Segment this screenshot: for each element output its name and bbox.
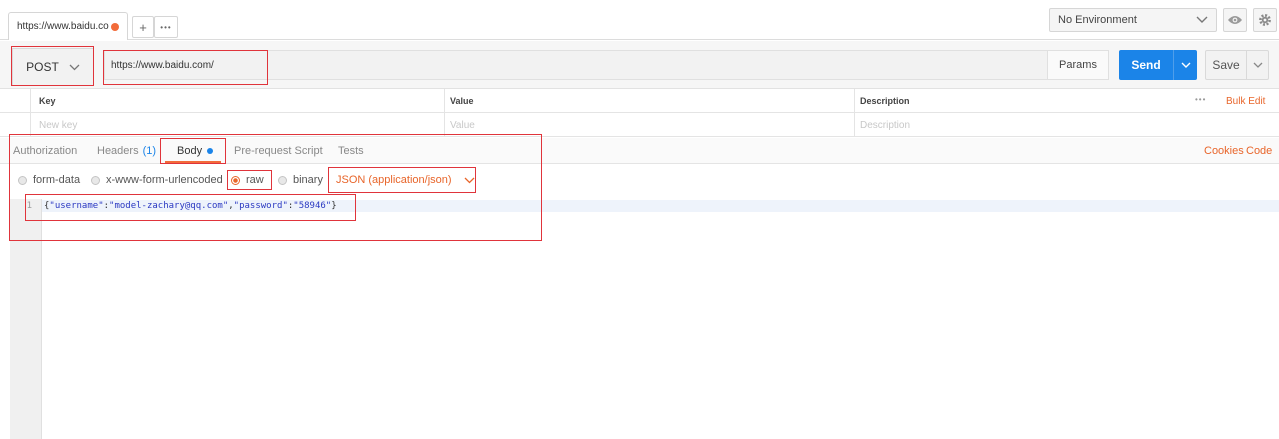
- plus-icon: +: [139, 19, 147, 35]
- column-divider: [854, 89, 855, 137]
- new-value-input[interactable]: Value: [450, 120, 475, 131]
- new-description-input[interactable]: Description: [860, 120, 910, 131]
- column-divider: [30, 89, 31, 137]
- chevron-down-icon: [1196, 16, 1208, 23]
- unsaved-dot-icon: [111, 22, 119, 31]
- tab-headers-label: Headers: [97, 145, 139, 157]
- chevron-down-icon: [464, 177, 475, 183]
- cookies-link[interactable]: Cookies: [1204, 138, 1244, 164]
- chevron-down-icon: [1253, 62, 1262, 68]
- tab-authorization[interactable]: Authorization: [13, 138, 77, 164]
- column-header-value: Value: [450, 96, 474, 106]
- headers-count-badge: (1): [142, 145, 157, 157]
- radio-selected-icon: [231, 175, 240, 185]
- radio-raw[interactable]: raw: [231, 174, 264, 186]
- environment-label: No Environment: [1058, 14, 1137, 26]
- params-table-row: New key Value Description: [0, 113, 1279, 137]
- request-bar: POST https://www.baidu.com/ Params Send …: [0, 41, 1279, 89]
- method-label: POST: [26, 60, 59, 74]
- code-key-password: "password": [233, 201, 288, 211]
- code-link[interactable]: Code: [1246, 138, 1272, 164]
- url-value: https://www.baidu.com/: [111, 59, 214, 71]
- request-tab[interactable]: https://www.baidu.co: [8, 12, 128, 40]
- method-select[interactable]: POST: [12, 48, 94, 86]
- radio-form-data[interactable]: form-data: [18, 174, 80, 186]
- save-label: Save: [1212, 58, 1240, 72]
- content-type-select[interactable]: JSON (application/json): [336, 174, 475, 186]
- gear-icon: [1259, 14, 1271, 26]
- radio-icon: [91, 175, 100, 185]
- tab-tests[interactable]: Tests: [338, 138, 364, 164]
- radio-raw-label: raw: [246, 174, 264, 186]
- column-divider: [444, 89, 445, 137]
- radio-urlencoded[interactable]: x-www-form-urlencoded: [91, 174, 223, 186]
- new-tab-button[interactable]: +: [132, 16, 154, 38]
- eye-icon: [1228, 16, 1242, 24]
- send-options-button[interactable]: [1173, 50, 1197, 80]
- tab-headers[interactable]: Headers (1): [97, 138, 156, 164]
- params-label: Params: [1059, 59, 1097, 71]
- body-editor[interactable]: [42, 199, 1279, 439]
- radio-urlencoded-label: x-www-form-urlencoded: [106, 174, 223, 186]
- radio-form-data-label: form-data: [33, 174, 81, 186]
- environment-quick-look-button[interactable]: [1223, 8, 1247, 32]
- chevron-down-icon: [69, 64, 80, 70]
- body-type-options: form-data x-www-form-urlencoded raw bina…: [0, 165, 1279, 197]
- radio-icon: [278, 175, 287, 185]
- radio-binary-label: binary: [293, 174, 323, 186]
- radio-icon: [18, 175, 27, 185]
- code-value-username: "model-zachary@qq.com": [109, 201, 229, 211]
- url-input[interactable]: https://www.baidu.com/: [104, 50, 1048, 80]
- send-label: Send: [1131, 58, 1161, 72]
- more-icon: •••: [160, 22, 172, 32]
- tab-pre-request-script[interactable]: Pre-request Script: [234, 138, 323, 164]
- request-section-tabs: Authorization Headers (1) Body Pre-reque…: [0, 138, 1279, 164]
- code-brace-close: }: [331, 201, 337, 211]
- editor-gutter: [10, 199, 42, 439]
- send-button[interactable]: Send: [1119, 50, 1197, 80]
- code-value-password: "58946": [293, 201, 332, 211]
- environment-select[interactable]: No Environment: [1049, 8, 1217, 32]
- save-button[interactable]: Save: [1205, 50, 1269, 80]
- tab-options-button[interactable]: •••: [154, 16, 178, 38]
- line-number: 1: [26, 201, 32, 211]
- code-key-username: "username": [49, 201, 104, 211]
- chevron-down-icon: [1181, 62, 1190, 68]
- editor-code-line[interactable]: {"username":"model-zachary@qq.com","pass…: [44, 201, 337, 211]
- column-header-key: Key: [39, 96, 56, 106]
- content-type-label: JSON (application/json): [336, 174, 452, 186]
- radio-binary[interactable]: binary: [278, 174, 323, 186]
- new-key-input[interactable]: New key: [39, 120, 77, 131]
- params-table-header: Key Value Description ••• Bulk Edit: [0, 89, 1279, 113]
- bulk-edit-link[interactable]: Bulk Edit: [1226, 96, 1265, 107]
- request-tab-title: https://www.baidu.co: [17, 21, 109, 32]
- body-active-dot-icon: [207, 148, 214, 154]
- active-tab-indicator: [165, 161, 221, 163]
- environment-settings-button[interactable]: [1253, 8, 1277, 32]
- tab-body-label: Body: [177, 145, 203, 157]
- params-button[interactable]: Params: [1047, 50, 1109, 80]
- save-options-button[interactable]: [1246, 51, 1268, 79]
- column-header-description: Description: [860, 96, 910, 106]
- params-more-icon[interactable]: •••: [1195, 95, 1206, 104]
